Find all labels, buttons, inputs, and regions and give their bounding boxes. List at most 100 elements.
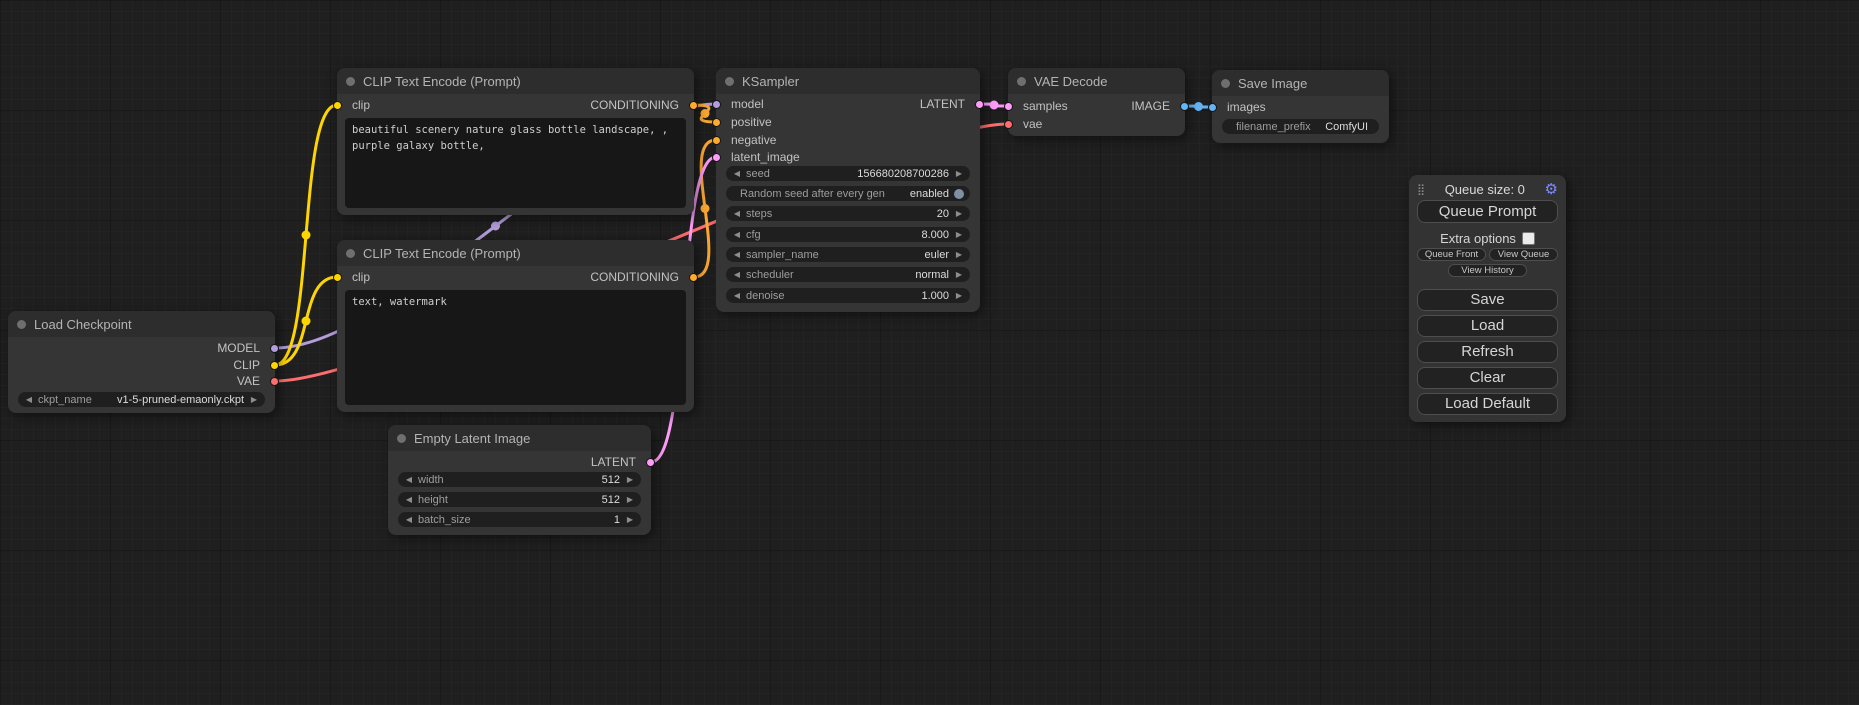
arrow-left-icon[interactable]: ◀ bbox=[732, 267, 742, 282]
widget-denoise[interactable]: ◀ denoise 1.000 ▶ bbox=[726, 288, 970, 303]
queue-small-buttons-row: Queue Front View Queue bbox=[1417, 248, 1558, 261]
arrow-right-icon[interactable]: ▶ bbox=[249, 392, 259, 407]
input-slot-latent-image[interactable] bbox=[712, 153, 721, 162]
output-slot-latent[interactable] bbox=[975, 100, 984, 109]
arrow-left-icon[interactable]: ◀ bbox=[404, 512, 414, 527]
arrow-left-icon[interactable]: ◀ bbox=[732, 247, 742, 262]
prompt-textarea[interactable]: text, watermark bbox=[345, 290, 686, 405]
arrow-left-icon[interactable]: ◀ bbox=[732, 166, 742, 181]
input-slot-negative[interactable] bbox=[712, 136, 721, 145]
widget-steps[interactable]: ◀ steps 20 ▶ bbox=[726, 206, 970, 221]
widget-value: 512 bbox=[602, 474, 620, 486]
output-label-clip: CLIP bbox=[233, 358, 260, 372]
node-vae-decode[interactable]: VAE Decode samples vae IMAGE bbox=[1008, 68, 1185, 136]
output-slot-clip[interactable] bbox=[270, 361, 279, 370]
arrow-right-icon[interactable]: ▶ bbox=[954, 166, 964, 181]
collapse-dot-icon[interactable] bbox=[725, 77, 734, 86]
refresh-button[interactable]: Refresh bbox=[1417, 341, 1558, 363]
extra-options-checkbox[interactable] bbox=[1522, 232, 1535, 245]
node-title-bar[interactable]: CLIP Text Encode (Prompt) bbox=[337, 68, 694, 94]
load-default-button[interactable]: Load Default bbox=[1417, 393, 1558, 415]
node-title-bar[interactable]: Empty Latent Image bbox=[388, 425, 651, 451]
widget-value: 20 bbox=[937, 208, 949, 220]
arrow-left-icon[interactable]: ◀ bbox=[24, 392, 34, 407]
widget-batch-size[interactable]: ◀ batch_size 1 ▶ bbox=[398, 512, 641, 527]
node-save-image[interactable]: Save Image images filename_prefix ComfyU… bbox=[1212, 70, 1389, 143]
widget-seed[interactable]: ◀ seed 156680208700286 ▶ bbox=[726, 166, 970, 181]
output-slot-conditioning[interactable] bbox=[689, 101, 698, 110]
arrow-left-icon[interactable]: ◀ bbox=[732, 288, 742, 303]
output-slot-vae[interactable] bbox=[270, 377, 279, 386]
arrow-right-icon[interactable]: ▶ bbox=[625, 472, 635, 487]
widget-scheduler[interactable]: ◀ scheduler normal ▶ bbox=[726, 267, 970, 282]
widget-sampler-name[interactable]: ◀ sampler_name euler ▶ bbox=[726, 247, 970, 262]
widget-random-seed-toggle[interactable]: Random seed after every gen enabled bbox=[726, 186, 970, 201]
collapse-dot-icon[interactable] bbox=[1017, 77, 1026, 86]
clear-button[interactable]: Clear bbox=[1417, 367, 1558, 389]
collapse-dot-icon[interactable] bbox=[346, 249, 355, 258]
collapse-dot-icon[interactable] bbox=[17, 320, 26, 329]
input-slot-images[interactable] bbox=[1208, 103, 1217, 112]
widget-label: ckpt_name bbox=[38, 394, 92, 406]
node-empty-latent-image[interactable]: Empty Latent Image LATENT ◀ width 512 ▶ … bbox=[388, 425, 651, 535]
node-title-bar[interactable]: Save Image bbox=[1212, 70, 1389, 96]
load-button[interactable]: Load bbox=[1417, 315, 1558, 337]
queue-prompt-button[interactable]: Queue Prompt bbox=[1417, 200, 1558, 223]
node-load-checkpoint[interactable]: Load Checkpoint MODEL CLIP VAE ◀ ckpt_na… bbox=[8, 311, 275, 413]
settings-gear-icon[interactable]: ⚙ bbox=[1545, 182, 1558, 197]
output-slot-model[interactable] bbox=[270, 344, 279, 353]
node-title-bar[interactable]: CLIP Text Encode (Prompt) bbox=[337, 240, 694, 266]
node-title-bar[interactable]: Load Checkpoint bbox=[8, 311, 275, 337]
arrow-right-icon[interactable]: ▶ bbox=[954, 227, 964, 242]
queue-front-button[interactable]: Queue Front bbox=[1417, 248, 1486, 261]
queue-menu-panel: ⣿ Queue size: 0 ⚙ Queue Prompt Extra opt… bbox=[1409, 175, 1566, 422]
node-title: VAE Decode bbox=[1034, 74, 1107, 89]
node-title-bar[interactable]: KSampler bbox=[716, 68, 980, 94]
node-title: CLIP Text Encode (Prompt) bbox=[363, 74, 521, 89]
input-slot-clip[interactable] bbox=[333, 273, 342, 282]
output-label-model: MODEL bbox=[217, 341, 260, 355]
output-slot-image[interactable] bbox=[1180, 102, 1189, 111]
view-history-button[interactable]: View History bbox=[1448, 264, 1527, 277]
input-slot-vae[interactable] bbox=[1004, 120, 1013, 129]
arrow-left-icon[interactable]: ◀ bbox=[732, 227, 742, 242]
widget-height[interactable]: ◀ height 512 ▶ bbox=[398, 492, 641, 507]
widget-width[interactable]: ◀ width 512 ▶ bbox=[398, 472, 641, 487]
view-queue-button[interactable]: View Queue bbox=[1489, 248, 1558, 261]
arrow-right-icon[interactable]: ▶ bbox=[954, 267, 964, 282]
widget-filename-prefix[interactable]: filename_prefix ComfyUI bbox=[1222, 119, 1379, 134]
input-slot-clip[interactable] bbox=[333, 101, 342, 110]
collapse-dot-icon[interactable] bbox=[346, 77, 355, 86]
output-slot-latent[interactable] bbox=[646, 458, 655, 467]
collapse-dot-icon[interactable] bbox=[1221, 79, 1230, 88]
input-slot-samples[interactable] bbox=[1004, 102, 1013, 111]
arrow-left-icon[interactable]: ◀ bbox=[732, 206, 742, 221]
collapse-dot-icon[interactable] bbox=[397, 434, 406, 443]
node-title-bar[interactable]: VAE Decode bbox=[1008, 68, 1185, 94]
arrow-right-icon[interactable]: ▶ bbox=[954, 247, 964, 262]
save-button[interactable]: Save bbox=[1417, 289, 1558, 311]
arrow-right-icon[interactable]: ▶ bbox=[954, 206, 964, 221]
widget-ckpt-name[interactable]: ◀ ckpt_name v1-5-pruned-emaonly.ckpt ▶ bbox=[18, 392, 265, 407]
widget-value: ComfyUI bbox=[1325, 121, 1368, 133]
output-slot-conditioning[interactable] bbox=[689, 273, 698, 282]
arrow-right-icon[interactable]: ▶ bbox=[625, 512, 635, 527]
node-clip-text-encode-positive[interactable]: CLIP Text Encode (Prompt) clip CONDITION… bbox=[337, 68, 694, 215]
prompt-textarea[interactable]: beautiful scenery nature glass bottle la… bbox=[345, 118, 686, 208]
widget-value: euler bbox=[925, 249, 949, 261]
arrow-left-icon[interactable]: ◀ bbox=[404, 472, 414, 487]
node-title: Load Checkpoint bbox=[34, 317, 132, 332]
extra-options-label: Extra options bbox=[1440, 231, 1516, 246]
node-title: Empty Latent Image bbox=[414, 431, 530, 446]
input-slot-positive[interactable] bbox=[712, 118, 721, 127]
drag-handle-icon[interactable]: ⣿ bbox=[1417, 183, 1425, 196]
input-slot-model[interactable] bbox=[712, 100, 721, 109]
node-clip-text-encode-negative[interactable]: CLIP Text Encode (Prompt) clip CONDITION… bbox=[337, 240, 694, 412]
input-label-vae: vae bbox=[1023, 117, 1042, 131]
node-ksampler[interactable]: KSampler model positive negative latent_… bbox=[716, 68, 980, 312]
widget-cfg[interactable]: ◀ cfg 8.000 ▶ bbox=[726, 227, 970, 242]
arrow-right-icon[interactable]: ▶ bbox=[625, 492, 635, 507]
arrow-left-icon[interactable]: ◀ bbox=[404, 492, 414, 507]
toggle-indicator[interactable] bbox=[954, 189, 964, 199]
arrow-right-icon[interactable]: ▶ bbox=[954, 288, 964, 303]
